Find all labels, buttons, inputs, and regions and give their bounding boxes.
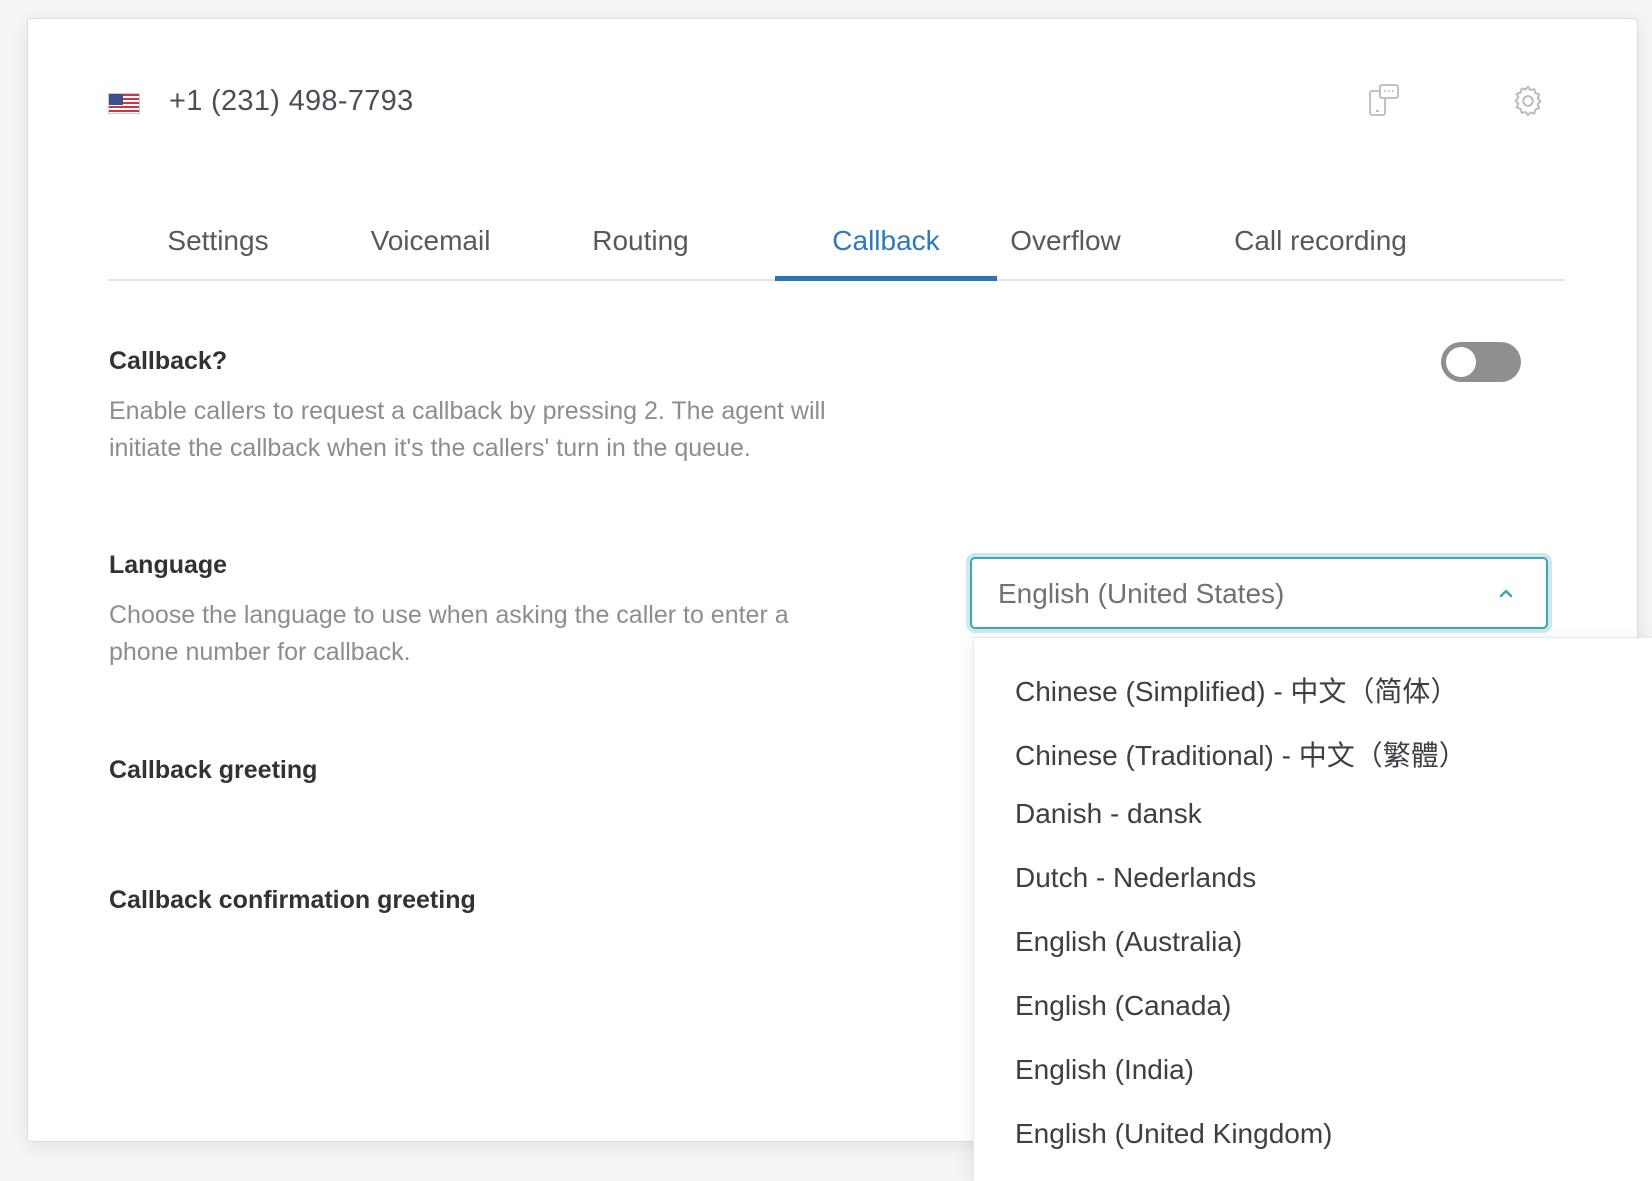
language-option[interactable]: English (Canada) [1015, 990, 1231, 1022]
tab-overflow[interactable]: Overflow [1003, 225, 1128, 257]
callback-toggle[interactable] [1441, 342, 1521, 382]
callback-description: Enable callers to request a callback by … [109, 397, 826, 462]
tab-routing[interactable]: Routing [588, 225, 693, 257]
language-option[interactable]: English (Australia) [1015, 926, 1242, 958]
language-option[interactable]: Dutch - Nederlands [1015, 862, 1256, 894]
language-option[interactable]: Chinese (Simplified) - 中文（简体） [1015, 670, 1458, 710]
language-option[interactable]: Chinese (Traditional) - 中文（繁體） [1015, 734, 1467, 774]
tab-callback[interactable]: Callback [775, 225, 997, 257]
card-header: +1 (231) 498-7793 [108, 77, 1567, 125]
language-select-value: English (United States) [998, 578, 1285, 609]
tab-voicemail[interactable]: Voicemail [368, 225, 493, 257]
language-dropdown-menu: Chinese (Simplified) - 中文（简体） Chinese (T… [973, 637, 1652, 1181]
phone-number: +1 (231) 498-7793 [169, 85, 414, 117]
toggle-knob [1446, 347, 1476, 377]
language-option[interactable]: English (India) [1015, 1054, 1194, 1086]
phone-chat-icon[interactable] [1366, 83, 1402, 119]
language-description: Choose the language to use when asking t… [109, 601, 789, 666]
tab-settings[interactable]: Settings [163, 225, 273, 257]
us-flag-icon [108, 93, 140, 114]
callback-greeting-label: Callback greeting [109, 756, 318, 784]
chevron-up-icon [1496, 583, 1516, 603]
callback-label: Callback? [109, 347, 228, 375]
tab-bar: Settings Voicemail Routing Callback Over… [108, 209, 1565, 281]
language-option[interactable]: English (United Kingdom) [1015, 1118, 1333, 1150]
language-label: Language [109, 551, 228, 579]
language-option[interactable]: Danish - dansk [1015, 798, 1202, 830]
tab-call-recording[interactable]: Call recording [1228, 225, 1413, 257]
callback-confirmation-greeting-label: Callback confirmation greeting [109, 886, 476, 914]
language-select[interactable]: English (United States) [970, 557, 1548, 629]
active-tab-indicator [775, 276, 997, 281]
gear-icon[interactable] [1510, 83, 1546, 119]
